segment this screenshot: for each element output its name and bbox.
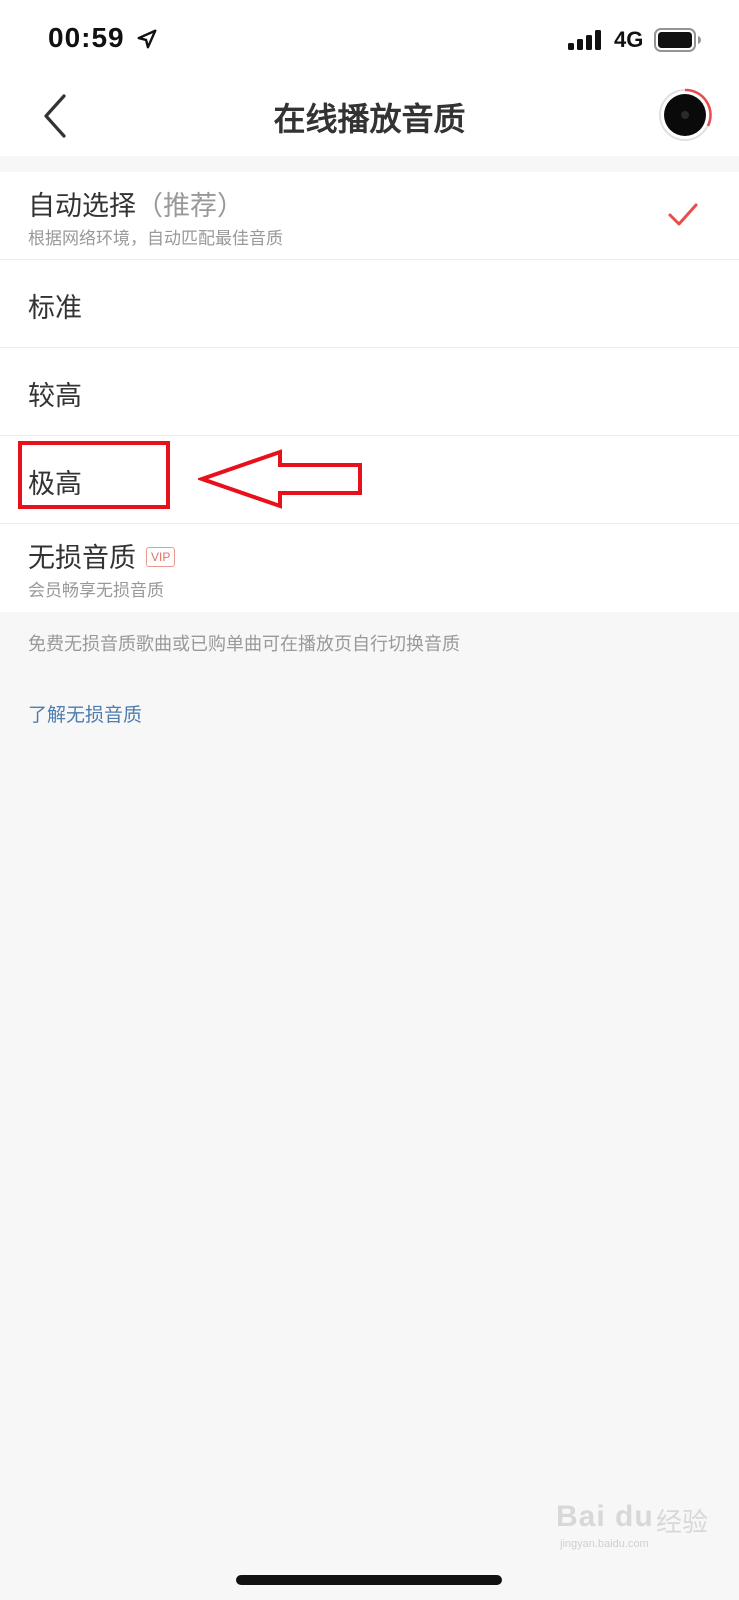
- page-title: 在线播放音质: [273, 100, 466, 138]
- option-lossless-description: 会员畅享无损音质: [28, 581, 164, 601]
- now-playing-disc-icon[interactable]: [658, 88, 712, 142]
- home-indicator[interactable]: [236, 1575, 502, 1585]
- learn-lossless-link[interactable]: 了解无损音质: [28, 700, 142, 727]
- vip-badge: VIP: [146, 547, 176, 567]
- option-higher-label: 较高: [28, 381, 82, 412]
- quality-options-list: 自动选择（推荐） 根据网络环境，自动匹配最佳音质 标准 较高 极高 无损音质 VI…: [0, 172, 739, 612]
- option-higher[interactable]: 较高: [0, 348, 739, 436]
- network-label: 4G: [614, 27, 644, 52]
- status-bar: 00:59 4G: [0, 0, 739, 80]
- cellular-signal-icon: [568, 30, 601, 50]
- status-time: 00:59: [48, 22, 125, 53]
- option-standard-label: 标准: [28, 293, 82, 324]
- option-lossless-label: 无损音质 VIP: [28, 536, 176, 575]
- option-auto-label: 自动选择（推荐）: [28, 184, 244, 223]
- option-lossless-title: 无损音质: [28, 543, 136, 574]
- option-auto-hint: （推荐）: [136, 191, 244, 222]
- option-lossless[interactable]: 无损音质 VIP 会员畅享无损音质: [0, 524, 739, 612]
- annotation-arrow-icon: [198, 449, 362, 509]
- option-standard[interactable]: 标准: [0, 260, 739, 348]
- checkmark-icon: [668, 203, 698, 226]
- location-arrow-icon: [137, 29, 157, 49]
- option-auto-title: 自动选择: [28, 191, 136, 222]
- watermark-cn: 经验: [656, 1508, 709, 1538]
- watermark-url: jingyan.baidu.com: [560, 1538, 649, 1550]
- baidu-jingyan-watermark: Bai du 经验 jingyan.baidu.com: [556, 1496, 716, 1556]
- footer-note: 免费无损音质歌曲或已购单曲可在播放页自行切换音质: [28, 634, 460, 655]
- option-auto[interactable]: 自动选择（推荐） 根据网络环境，自动匹配最佳音质: [0, 172, 739, 260]
- battery-icon: [654, 28, 701, 52]
- header-area: 00:59 4G 在线播放音质: [0, 0, 739, 156]
- annotation-highlight-box: [18, 441, 170, 509]
- option-auto-description: 根据网络环境，自动匹配最佳音质: [28, 229, 283, 249]
- watermark-brand: Bai du: [556, 1500, 654, 1533]
- navigation-bar: 在线播放音质: [0, 80, 739, 156]
